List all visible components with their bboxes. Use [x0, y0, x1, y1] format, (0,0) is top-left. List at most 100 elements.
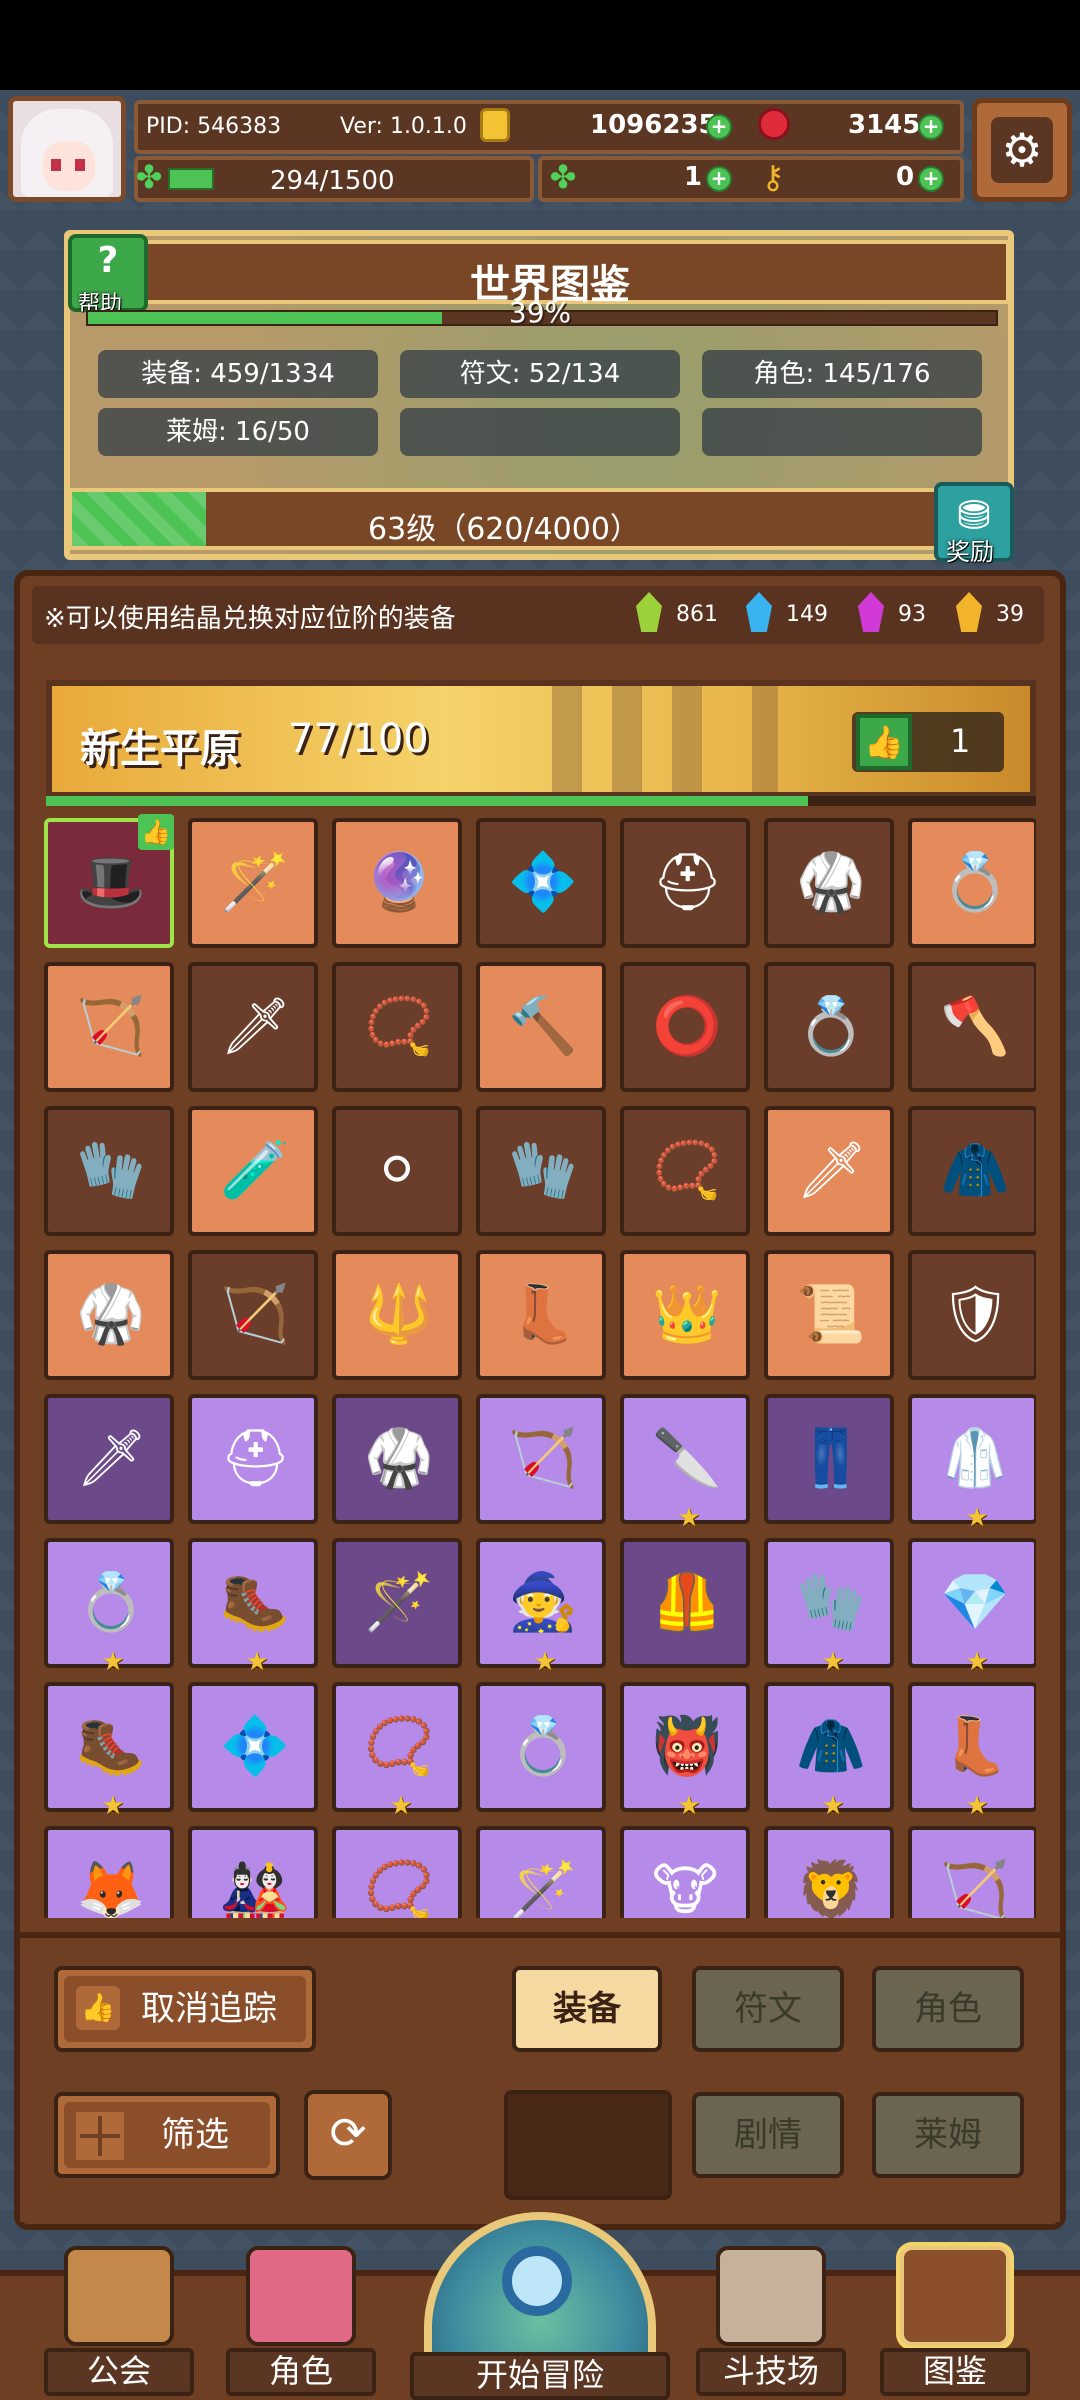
item-cell[interactable]: 📜 [764, 1250, 894, 1380]
stat-roles: 角色: 145/176 [702, 350, 982, 398]
item-cell[interactable]: 🥋 [332, 1394, 462, 1524]
item-cell[interactable]: 👹 ★ [620, 1682, 750, 1819]
tab-equipment-label: 装备 [553, 1989, 621, 2029]
item-cell[interactable]: ⭕ [620, 962, 750, 1092]
item-cell[interactable]: 🥼 ★ [908, 1394, 1036, 1531]
item-cell[interactable]: 📿 ★ [332, 1682, 462, 1819]
item-cell[interactable]: 💍 [476, 1682, 606, 1812]
item-cell[interactable]: 🧪 [188, 1106, 318, 1236]
item-cell[interactable]: ⚪ [332, 1106, 462, 1236]
thumbs-up-icon[interactable]: 👍 [856, 714, 912, 770]
star-icon: ★ [821, 1647, 845, 1677]
nav-arena-label: 斗技场 [722, 2352, 819, 2390]
item-cell[interactable]: 💍 [764, 962, 894, 1092]
item-cell[interactable]: 💍 [908, 818, 1036, 948]
item-cell[interactable]: 💠 [476, 818, 606, 948]
item-cell[interactable]: 🗡 [764, 1106, 894, 1236]
tab-runes[interactable]: 符文 [692, 1966, 844, 2052]
item-cell[interactable]: 🗡 [188, 962, 318, 1092]
item-cell[interactable]: 🥾 ★ [44, 1682, 174, 1819]
item-icon: 🧤 [76, 1138, 146, 1203]
item-cell[interactable]: 🧤 ★ [764, 1538, 894, 1675]
item-cell[interactable]: 🦊 [44, 1826, 174, 1918]
character-icon [246, 2246, 356, 2346]
item-cell[interactable]: ⛑ [620, 818, 750, 948]
item-cell[interactable]: 📿 [332, 962, 462, 1092]
item-cell[interactable]: 🦺 [620, 1538, 750, 1668]
item-cell[interactable]: 👑 [620, 1250, 750, 1380]
add-key-button[interactable]: + [918, 166, 944, 192]
item-cell[interactable]: 🗡 [44, 1394, 174, 1524]
item-cell[interactable]: 👢 [476, 1250, 606, 1380]
item-icon: ⛑ [652, 850, 724, 915]
nav-arena[interactable]: 斗技场 [696, 2246, 846, 2396]
item-icon: 💠 [220, 1714, 290, 1779]
item-cell[interactable]: 🏹 [188, 1250, 318, 1380]
reward-label: 奖励 [946, 538, 994, 566]
add-gold-button[interactable]: + [706, 114, 732, 140]
untrack-button[interactable]: 👍 取消追踪 [54, 1966, 316, 2052]
item-cell[interactable]: 🔱 [332, 1250, 462, 1380]
item-cell[interactable]: 🥾 ★ [188, 1538, 318, 1675]
item-cell[interactable]: ⛑ [188, 1394, 318, 1524]
nav-codex[interactable]: 图鉴 [880, 2246, 1030, 2396]
item-icon: 📿 [364, 994, 434, 1059]
item-cell[interactable]: 💠 [188, 1682, 318, 1812]
item-cell[interactable]: 🔨 [476, 962, 606, 1092]
item-cell[interactable]: 🧤 [44, 1106, 174, 1236]
item-cell[interactable]: 📿 [332, 1826, 462, 1918]
star-icon: ★ [677, 1791, 701, 1821]
item-cell[interactable]: 🔪 ★ [620, 1394, 750, 1531]
item-cell[interactable]: 🛡 [908, 1250, 1036, 1380]
item-icon: 👖 [796, 1426, 866, 1491]
refresh-button[interactable]: ⟳ [304, 2090, 392, 2180]
purple-crystal-count: 93 [898, 602, 926, 627]
player-avatar[interactable] [8, 96, 126, 202]
item-cell[interactable]: 🪄 [332, 1538, 462, 1668]
item-cell[interactable]: 🎎 [188, 1826, 318, 1918]
item-cell[interactable]: 🔮 [332, 818, 462, 948]
item-cell[interactable]: 🏹 [476, 1394, 606, 1524]
item-cell[interactable]: 🏹 [908, 1826, 1036, 1918]
item-cell[interactable]: 🪓 [908, 962, 1036, 1092]
version-text: Ver: 1.0.1.0 [340, 114, 467, 139]
item-cell[interactable]: 💎 ★ [908, 1538, 1036, 1675]
item-cell[interactable]: 🦁 [764, 1826, 894, 1918]
filter-button[interactable]: 筛选 [54, 2092, 280, 2178]
item-icon: ⚪ [373, 1138, 421, 1203]
item-cell[interactable]: 🥋 [44, 1250, 174, 1380]
nav-adventure[interactable]: 开始冒险 [410, 2212, 670, 2400]
item-cell[interactable]: 💍 ★ [44, 1538, 174, 1675]
settings-button[interactable]: ⚙ [972, 98, 1072, 202]
item-cell[interactable]: 🧤 [476, 1106, 606, 1236]
tab-slime[interactable]: 莱姆 [872, 2092, 1024, 2178]
item-cell[interactable]: 🪄 [476, 1826, 606, 1918]
pid-text: PID: 546383 [146, 114, 282, 139]
nav-role[interactable]: 角色 [226, 2246, 376, 2396]
question-icon: ? [97, 240, 119, 281]
item-icon: 🥋 [76, 1282, 146, 1347]
item-cell[interactable]: 👖 [764, 1394, 894, 1524]
tab-roles[interactable]: 角色 [872, 1966, 1024, 2052]
stat-slimes: 莱姆: 16/50 [98, 408, 378, 456]
item-cell[interactable]: 🥋 [764, 818, 894, 948]
item-cell[interactable]: 🧙 ★ [476, 1538, 606, 1675]
region-progress-fill [46, 796, 809, 806]
item-cell[interactable]: 📿 [620, 1106, 750, 1236]
item-icon: 🗡 [796, 1138, 868, 1203]
tab-equipment[interactable]: 装备 [512, 1966, 662, 2052]
stat-runes: 符文: 52/134 [400, 350, 680, 398]
item-icon: 📜 [796, 1282, 866, 1347]
item-cell[interactable]: 🐮 [620, 1826, 750, 1918]
item-cell[interactable]: 👢 ★ [908, 1682, 1036, 1819]
item-cell[interactable]: 🧥 ★ [764, 1682, 894, 1819]
tab-story[interactable]: 剧情 [692, 2092, 844, 2178]
add-clover-button[interactable]: + [706, 166, 732, 192]
nav-guild[interactable]: 公会 [44, 2246, 194, 2396]
item-cell[interactable]: 🪄 [188, 818, 318, 948]
item-cell[interactable]: 🧥 [908, 1106, 1036, 1236]
add-gem-button[interactable]: + [918, 114, 944, 140]
item-cell[interactable]: 🏹 [44, 962, 174, 1092]
crossed-swords-icon [716, 2246, 826, 2346]
item-icon: 🧪 [220, 1138, 290, 1203]
